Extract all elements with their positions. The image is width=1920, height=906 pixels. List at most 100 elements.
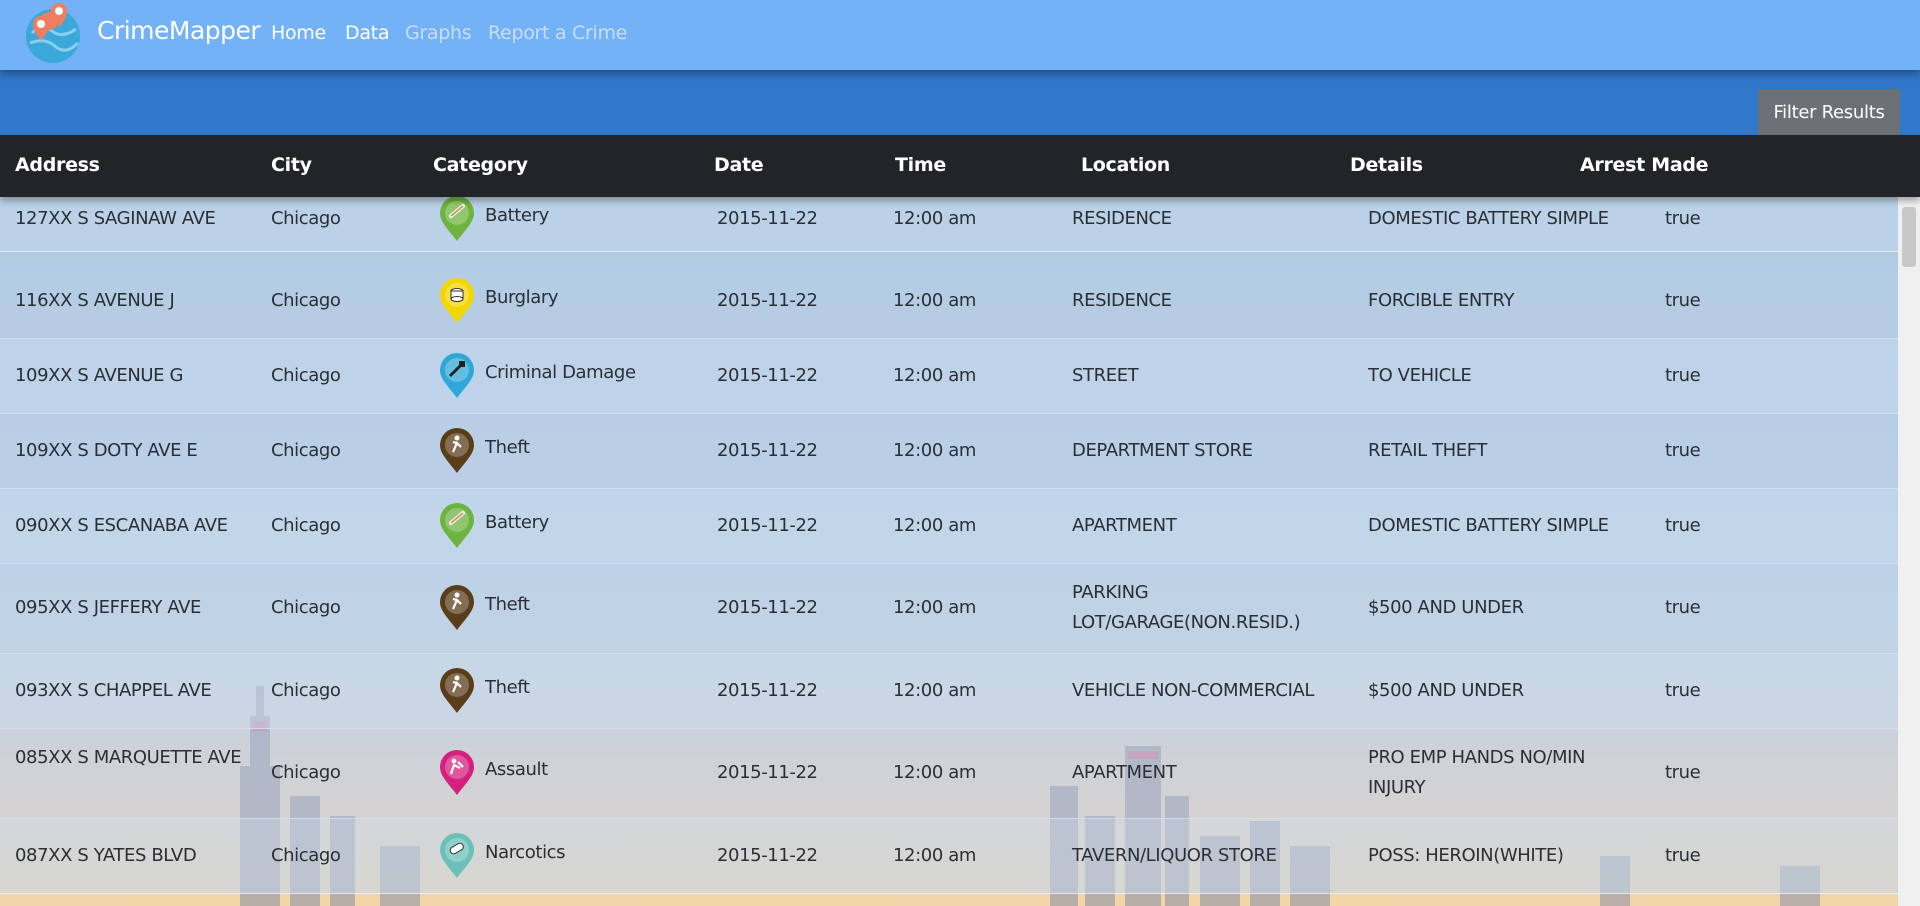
cell-details: DOMESTIC BATTERY SIMPLE xyxy=(1368,514,1609,536)
nav-graphs[interactable]: Graphs xyxy=(405,22,472,44)
crimemapper-logo-icon[interactable] xyxy=(22,3,84,65)
cell-date: 2015-11-22 xyxy=(717,597,818,618)
cell-time: 12:00 am xyxy=(893,597,976,618)
cell-arrest-made: true xyxy=(1665,208,1701,229)
cell-address: 109XX S DOTY AVE E xyxy=(15,439,198,461)
cell-date: 2015-11-22 xyxy=(717,762,818,783)
cell-category: Narcotics xyxy=(485,841,566,863)
nav-report-crime[interactable]: Report a Crime xyxy=(488,22,627,44)
cell-time: 12:00 am xyxy=(893,679,976,701)
scrollbar-thumb[interactable] xyxy=(1902,207,1916,267)
cell-location: STREET xyxy=(1072,364,1139,386)
cell-location: TAVERN/LIQUOR STORE xyxy=(1072,844,1277,866)
theft-pin-icon xyxy=(438,667,476,714)
cell-date: 2015-11-22 xyxy=(717,439,818,461)
scrollbar[interactable] xyxy=(1898,197,1920,906)
filter-results-button[interactable]: Filter Results xyxy=(1758,89,1900,135)
table-row[interactable]: 090XX S ESCANABA AVE Chicago 2015-11-22 12:… xyxy=(0,488,1898,564)
cell-address: 095XX S JEFFERY AVE xyxy=(15,597,201,618)
table-body: 127XX S SAGINAW AVE Chicago 2015-11-22 12:0… xyxy=(0,197,1898,906)
cell-time: 12:00 am xyxy=(893,514,976,536)
criminal-damage-pin-icon xyxy=(438,352,476,399)
cell-location: RESIDENCE xyxy=(1072,289,1172,311)
table-row[interactable]: 085XX S MARQUETTE AVE Chicago 2015-11-22 12… xyxy=(0,728,1898,819)
table-row[interactable]: 109XX S AVENUE G Chicago 2015-11-22 12:00 a… xyxy=(0,338,1898,414)
cell-city: Chicago xyxy=(271,762,341,783)
cell-details: RETAIL THEFT xyxy=(1368,439,1487,461)
cell-address: 090XX S ESCANABA AVE xyxy=(15,514,228,536)
cell-city: Chicago xyxy=(271,208,341,229)
table-row[interactable]: 127XX S SAGINAW AVE Chicago 2015-11-22 12:0… xyxy=(0,197,1898,252)
cell-time: 12:00 am xyxy=(893,439,976,461)
cell-city: Chicago xyxy=(271,289,341,311)
brand-name[interactable]: CrimeMapper xyxy=(97,16,261,45)
cell-date: 2015-11-22 xyxy=(717,514,818,536)
cell-arrest-made: true xyxy=(1665,597,1701,618)
cell-arrest-made: true xyxy=(1665,439,1701,461)
cell-city: Chicago xyxy=(271,844,341,866)
cell-location: APARTMENT xyxy=(1072,762,1177,783)
table-header: Address City Category Date Time Location… xyxy=(0,135,1920,197)
cell-arrest-made: true xyxy=(1665,762,1701,783)
cell-date: 2015-11-22 xyxy=(717,679,818,701)
cell-location: VEHICLE NON-COMMERCIAL xyxy=(1072,679,1315,701)
cell-location: DEPARTMENT STORE xyxy=(1072,439,1253,461)
cell-city: Chicago xyxy=(271,364,341,386)
cell-city: Chicago xyxy=(271,439,341,461)
header-arrest-made[interactable]: Arrest Made xyxy=(1580,154,1709,176)
cell-time: 12:00 am xyxy=(893,208,976,229)
battery-pin-icon xyxy=(438,502,476,549)
header-time[interactable]: Time xyxy=(895,154,946,176)
burglary-pin-icon xyxy=(438,277,476,324)
cell-category: Assault xyxy=(485,759,548,780)
cell-category: Theft xyxy=(485,594,530,615)
cell-category: Theft xyxy=(485,436,530,458)
header-address[interactable]: Address xyxy=(15,154,100,176)
cell-details: DOMESTIC BATTERY SIMPLE xyxy=(1368,208,1609,229)
cell-details: TO VEHICLE xyxy=(1368,364,1472,386)
cell-date: 2015-11-22 xyxy=(717,844,818,866)
cell-arrest-made: true xyxy=(1665,289,1701,311)
cell-date: 2015-11-22 xyxy=(717,289,818,311)
cell-category: Burglary xyxy=(485,286,559,308)
cell-address: 093XX S CHAPPEL AVE xyxy=(15,679,212,701)
cell-time: 12:00 am xyxy=(893,762,976,783)
cell-category: Theft xyxy=(485,676,530,698)
header-city[interactable]: City xyxy=(271,154,312,176)
battery-pin-icon xyxy=(438,197,476,242)
cell-city: Chicago xyxy=(271,679,341,701)
cell-details: PRO EMP HANDS NO/MIN INJURY xyxy=(1368,747,1586,798)
cell-address: 116XX S AVENUE J xyxy=(15,289,175,311)
cell-address: 085XX S MARQUETTE AVE xyxy=(15,747,242,768)
cell-date: 2015-11-22 xyxy=(717,364,818,386)
nav-data[interactable]: Data xyxy=(345,22,389,44)
cell-time: 12:00 am xyxy=(893,289,976,311)
cell-address: 127XX S SAGINAW AVE xyxy=(15,208,216,229)
assault-pin-icon xyxy=(438,750,476,796)
nav-home[interactable]: Home xyxy=(271,22,326,44)
header-category[interactable]: Category xyxy=(433,154,528,176)
table-row[interactable]: 093XX S CHAPPEL AVE Chicago 2015-11-22 12:0… xyxy=(0,653,1898,729)
cell-category: Battery xyxy=(485,511,549,533)
cell-address: 109XX S AVENUE G xyxy=(15,364,184,386)
table-row[interactable]: 116XX S AVENUE J Chicago 2015-11-22 12:00 a… xyxy=(0,263,1898,339)
cell-time: 12:00 am xyxy=(893,364,976,386)
cell-arrest-made: true xyxy=(1665,679,1701,701)
cell-details: $500 AND UNDER xyxy=(1368,679,1524,701)
theft-pin-icon xyxy=(438,585,476,631)
toolbar-band xyxy=(0,70,1920,135)
cell-address: 087XX S YATES BLVD xyxy=(15,844,197,866)
header-details[interactable]: Details xyxy=(1350,154,1423,176)
cell-details: POSS: HEROIN(WHITE) xyxy=(1368,844,1564,866)
cell-details: FORCIBLE ENTRY xyxy=(1368,289,1515,311)
navbar: CrimeMapper Home Data Graphs Report a Cr… xyxy=(0,0,1920,70)
cell-location: APARTMENT xyxy=(1072,514,1177,536)
table-row[interactable]: 109XX S DOTY AVE E Chicago 2015-11-22 12:00… xyxy=(0,413,1898,489)
table-row[interactable]: 087XX S YATES BLVD Chicago 2015-11-22 12:00… xyxy=(0,818,1898,894)
cell-arrest-made: true xyxy=(1665,514,1701,536)
cell-location: PARKING LOT/GARAGE(NON.RESID.) xyxy=(1072,582,1301,633)
table-row[interactable]: 095XX S JEFFERY AVE Chicago 2015-11-22 12:0… xyxy=(0,563,1898,654)
header-location[interactable]: Location xyxy=(1081,154,1170,176)
header-date[interactable]: Date xyxy=(714,154,764,176)
narcotics-pin-icon xyxy=(438,832,476,879)
